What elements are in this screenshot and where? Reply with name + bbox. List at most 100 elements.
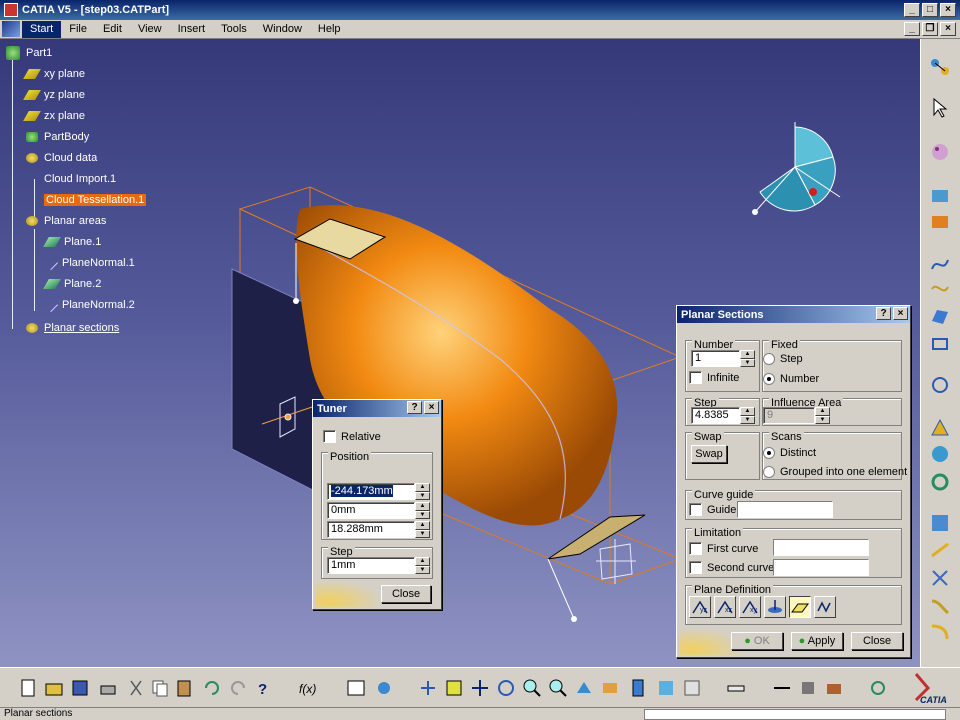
ps-second-curve-checkbox[interactable]: Second curve	[689, 561, 774, 574]
apply-material-icon[interactable]	[798, 678, 818, 698]
tree-item-cloud-data[interactable]: Cloud data	[26, 149, 97, 167]
tree-item-plane-1[interactable]: Plane.1	[43, 233, 101, 251]
ps-fixed-number-radio[interactable]: Number	[763, 373, 819, 385]
tree-item-planar-areas[interactable]: Planar areas	[26, 212, 106, 230]
plane-normal-icon[interactable]	[764, 596, 786, 618]
ps-second-curve-field[interactable]	[773, 559, 869, 576]
tree-expand-icon[interactable]	[374, 678, 394, 698]
tree-item-planenormal-1[interactable]: PlaneNormal.1	[43, 254, 135, 272]
normal-view-icon[interactable]	[574, 678, 594, 698]
minimize-button[interactable]: _	[904, 3, 920, 17]
swap-visible-icon[interactable]	[682, 678, 702, 698]
close-window-button[interactable]: ×	[940, 3, 956, 17]
doc-close-button[interactable]: ×	[940, 22, 956, 36]
tuner-position-x-spinner[interactable]: -244.173mm ▲ ▼	[327, 483, 430, 500]
plane-normal-2-handle[interactable]	[571, 616, 577, 622]
table-icon[interactable]	[346, 678, 366, 698]
tuner-relative-checkbox[interactable]: Relative	[323, 430, 381, 443]
menu-help[interactable]: Help	[310, 21, 349, 38]
plane-reference-icon[interactable]	[789, 596, 811, 618]
tree-item-partbody[interactable]: PartBody	[26, 128, 89, 146]
deviation-icon[interactable]	[929, 539, 951, 561]
menu-window[interactable]: Window	[255, 21, 310, 38]
tuner-position-y-spinner[interactable]: 0mm ▲ ▼	[327, 502, 430, 519]
menu-view[interactable]: View	[130, 21, 170, 38]
torus-icon[interactable]	[929, 471, 951, 493]
print-icon[interactable]	[98, 678, 118, 698]
ps-infinite-checkbox[interactable]: Infinite	[689, 371, 739, 384]
catia-logo-icon[interactable]	[2, 21, 20, 37]
ps-apply-button[interactable]: ● Apply	[791, 632, 843, 650]
ps-close-x-button[interactable]: ×	[893, 307, 908, 320]
tuner-close-x-button[interactable]: ×	[424, 401, 439, 414]
save-icon[interactable]	[70, 678, 90, 698]
tuner-close-button[interactable]: Close	[381, 585, 431, 603]
refresh-icon[interactable]	[868, 678, 888, 698]
ps-step-spinner[interactable]: 4.8385 ▲ ▼	[691, 407, 755, 424]
plane-yz-icon[interactable]: yz	[689, 596, 711, 618]
render-style-icon[interactable]	[628, 678, 648, 698]
select-arrow-icon[interactable]	[929, 97, 951, 119]
cut-scissors-icon[interactable]	[126, 678, 146, 698]
sphere-icon[interactable]	[929, 443, 951, 465]
paste-icon[interactable]	[174, 678, 194, 698]
ps-first-curve-checkbox[interactable]: First curve	[689, 542, 758, 555]
command-input[interactable]	[644, 709, 946, 720]
pan-icon[interactable]	[470, 678, 490, 698]
cloud-import-icon[interactable]	[929, 185, 951, 207]
plane-normal-1-handle[interactable]	[293, 298, 299, 304]
new-file-icon[interactable]	[18, 678, 38, 698]
quick-view-icon[interactable]	[600, 678, 620, 698]
undo-icon[interactable]	[202, 678, 222, 698]
whats-this-icon[interactable]: ?	[254, 678, 274, 698]
sweep-icon[interactable]	[929, 595, 951, 617]
tree-item-zx-plane[interactable]: zx plane	[23, 107, 85, 125]
tuner-title-bar[interactable]: Tuner ? ×	[313, 400, 441, 417]
ps-guide-field[interactable]	[737, 501, 833, 518]
tree-item-plane-2[interactable]: Plane.2	[43, 275, 101, 293]
shape-icon[interactable]	[929, 374, 951, 396]
tree-item-cloud-tessellation[interactable]: Cloud Tessellation.1	[44, 191, 147, 209]
section-icon[interactable]	[929, 333, 951, 355]
fly-mode-icon[interactable]	[418, 678, 438, 698]
ps-number-spinner[interactable]: 1 ▲ ▼	[691, 350, 755, 367]
maximize-button[interactable]: □	[922, 3, 938, 17]
doc-minimize-button[interactable]: _	[904, 22, 920, 36]
ps-guide-checkbox[interactable]: Guide	[689, 503, 736, 516]
open-folder-icon[interactable]	[44, 678, 64, 698]
fillet-icon[interactable]	[929, 621, 951, 643]
plane-curve-icon[interactable]	[814, 596, 836, 618]
measure-between-icon[interactable]	[772, 678, 792, 698]
plane-xy-icon[interactable]: xy	[739, 596, 761, 618]
tree-item-xy-plane[interactable]: xy plane	[23, 65, 85, 83]
doc-restore-button[interactable]: ❐	[922, 22, 938, 36]
tuner-position-z-spinner[interactable]: 18.288mm ▲ ▼	[327, 521, 430, 538]
ps-first-curve-field[interactable]	[773, 539, 869, 556]
mesh-icon[interactable]	[929, 417, 951, 439]
tree-item-planenormal-2[interactable]: PlaneNormal.2	[43, 296, 135, 314]
cut-icon[interactable]	[929, 567, 951, 589]
ps-fixed-step-radio[interactable]: Step	[763, 353, 803, 365]
curve-network-icon[interactable]	[929, 279, 951, 301]
zoom-in-icon[interactable]	[522, 678, 542, 698]
compass-icon[interactable]	[745, 117, 845, 217]
ps-swap-button[interactable]: Swap	[691, 445, 727, 463]
ps-grouped-radio[interactable]: Grouped into one element	[763, 466, 907, 478]
fit-all-icon[interactable]	[444, 678, 464, 698]
menu-tools[interactable]: Tools	[213, 21, 255, 38]
camera-icon[interactable]	[824, 678, 844, 698]
measure-icon[interactable]	[726, 678, 746, 698]
rotate-icon[interactable]	[496, 678, 516, 698]
copy-icon[interactable]	[150, 678, 170, 698]
planar-sections-title-bar[interactable]: Planar Sections ? ×	[677, 306, 910, 323]
formula-icon[interactable]: f(x)	[298, 678, 318, 698]
ps-close-button[interactable]: Close	[851, 632, 903, 650]
cloud-edit-icon[interactable]	[929, 211, 951, 233]
tuner-help-button[interactable]: ?	[407, 401, 422, 414]
ps-help-button[interactable]: ?	[876, 307, 891, 320]
tree-item-yz-plane[interactable]: yz plane	[23, 86, 85, 104]
tree-item-planar-sections[interactable]: Planar sections	[26, 319, 119, 337]
surface-icon[interactable]	[929, 306, 951, 328]
curve-icon[interactable]	[929, 254, 951, 276]
tuner-step-spinner[interactable]: 1mm ▲ ▼	[327, 557, 430, 574]
